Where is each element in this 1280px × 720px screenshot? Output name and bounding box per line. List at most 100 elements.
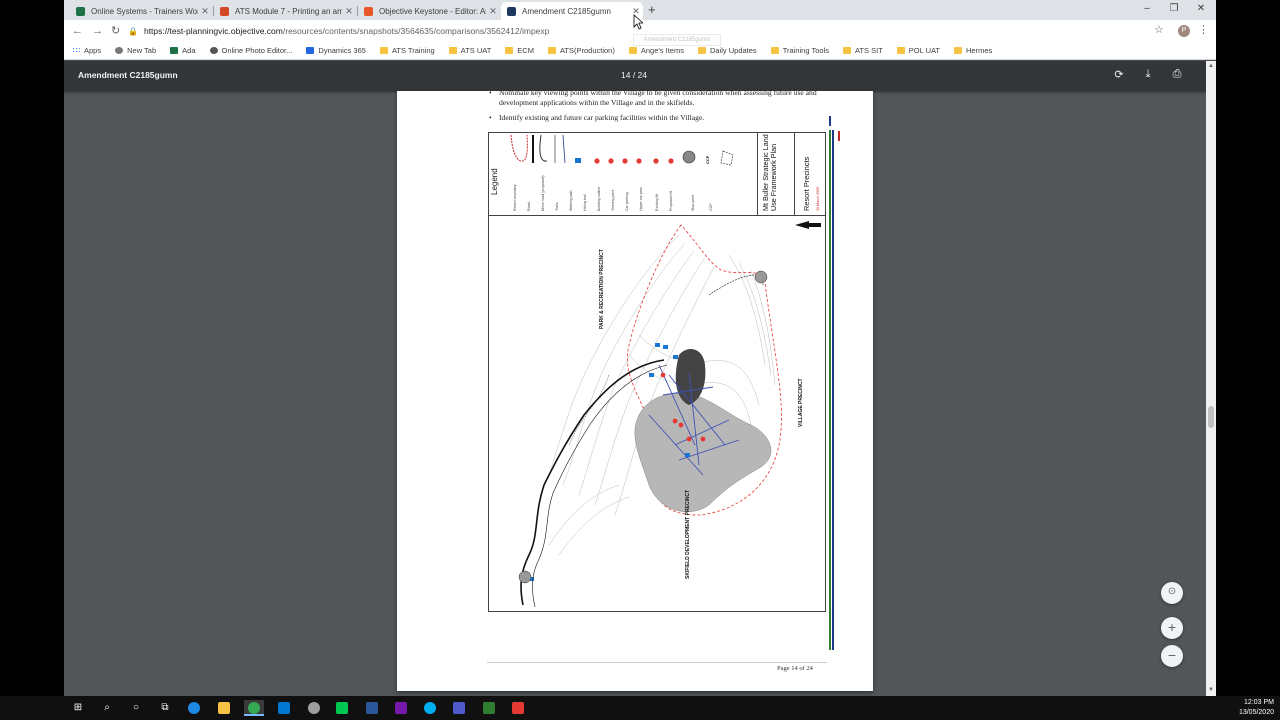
reload-icon[interactable]: ↻ (111, 24, 120, 38)
menu-kebab-icon[interactable]: ⋮ (1198, 23, 1209, 36)
bookmark-apps[interactable]: Apps (72, 46, 101, 55)
rotate-icon[interactable]: ⟳ (1111, 68, 1127, 81)
contour-lines (548, 234, 776, 556)
bookmark-folder[interactable]: Ange's Items (628, 46, 684, 55)
bookmark-ada[interactable]: Ada (170, 46, 196, 55)
profile-avatar[interactable]: P (1178, 25, 1190, 37)
minimize-icon[interactable]: – (1132, 2, 1162, 16)
bookmark-folder[interactable]: POL UAT (896, 46, 940, 55)
map-figure: Legend CCP Resort boundary Road Minor ro… (488, 132, 826, 612)
bookmark-folder[interactable]: Hermes (954, 46, 992, 55)
excel-icon (170, 47, 179, 54)
back-arrow-icon[interactable]: ← (72, 24, 83, 38)
tab-title: Amendment C2185gumn (522, 6, 611, 16)
legend-item: Hiking trail (583, 194, 587, 211)
powerpoint-favicon-icon (220, 6, 229, 16)
tab-title: Online Systems - Trainers Workir (91, 6, 198, 16)
bookmark-folder[interactable]: ATS SIT (842, 46, 883, 55)
tab-online-systems[interactable]: Online Systems - Trainers Workir ✕ (70, 2, 212, 20)
right-black-border (1216, 0, 1280, 720)
village-core (675, 349, 706, 405)
page-scrollbar[interactable]: ▲ ▼ (1206, 61, 1216, 696)
tab-objective-keystone[interactable]: Objective Keystone - Editor: Amu ✕ (358, 2, 500, 20)
globe-icon (115, 47, 124, 54)
skype-icon[interactable] (422, 700, 438, 716)
bookmark-label: Training Tools (782, 46, 829, 55)
bookmark-new-tab[interactable]: New Tab (115, 46, 156, 55)
north-arrow-icon (795, 221, 809, 229)
vpn-app-icon[interactable] (334, 700, 350, 716)
bookmark-folder[interactable]: Training Tools (770, 46, 829, 55)
revision-bar (832, 130, 834, 650)
onenote-icon[interactable] (393, 700, 409, 716)
new-tab-plus-icon[interactable]: + (648, 2, 656, 18)
tab-ats-module-7[interactable]: ATS Module 7 - Printing an amen ✕ (214, 2, 356, 20)
close-icon[interactable]: ✕ (486, 6, 500, 17)
folder-icon (628, 47, 637, 54)
outlook-icon[interactable] (276, 700, 292, 716)
restore-icon[interactable]: ❐ (1159, 2, 1189, 16)
legend-item: Car parking (625, 192, 629, 211)
zoom-out-icon[interactable]: − (1161, 645, 1183, 667)
edge-browser-icon[interactable] (186, 700, 202, 716)
legend-item-list: Resort boundary Road Minor road (propose… (509, 135, 729, 213)
bookmark-dynamics[interactable]: Dynamics 365 (306, 46, 366, 55)
bookmark-star-icon[interactable]: ☆ (1154, 23, 1164, 36)
windows-start-icon[interactable]: ⊞ (70, 700, 86, 716)
recorder-icon[interactable] (510, 700, 526, 716)
folder-icon (505, 47, 514, 54)
bookmark-folder[interactable]: Daily Updates (697, 46, 757, 55)
folder-icon (770, 47, 779, 54)
teams-icon[interactable] (451, 700, 467, 716)
bookmark-folder[interactable]: ATS Training (379, 46, 435, 55)
scroll-up-icon[interactable]: ▲ (1208, 63, 1214, 69)
footer-divider (487, 662, 827, 663)
word-icon[interactable] (364, 700, 380, 716)
windows-taskbar: ⊞ ⌕ ○ ⧉ 12:03 PM 13/05/2020 (0, 696, 1280, 720)
scroll-thumb[interactable] (1208, 406, 1214, 428)
close-icon[interactable]: ✕ (198, 6, 212, 17)
close-icon[interactable]: ✕ (342, 6, 356, 17)
url-path: /resources/contents/snapshots/3564635/co… (282, 26, 550, 36)
bookmark-label: Daily Updates (709, 46, 757, 55)
window-close-icon[interactable]: ✕ (1186, 2, 1216, 16)
download-icon[interactable]: ⤓ (1140, 68, 1156, 81)
revision-bar (829, 116, 831, 126)
bullet-item: Nominate key viewing points within the V… (489, 91, 819, 108)
tab-amendment-active[interactable]: Amendment C2185gumn ✕ (501, 2, 643, 20)
cortana-icon[interactable]: ○ (128, 700, 144, 716)
task-view-icon[interactable]: ⧉ (157, 700, 173, 716)
legend-item: Existing lift (655, 193, 659, 211)
fit-page-icon[interactable]: ⊙ (1161, 582, 1183, 604)
plan-subtitle: Resort Precincts (802, 156, 811, 211)
bookmark-label: ATS(Production) (559, 46, 615, 55)
search-icon[interactable]: ⌕ (99, 700, 115, 716)
label-skifield-precinct: SKIFIELD DEVELOPMENT PRECINCT (685, 489, 691, 579)
bookmark-photo-editor[interactable]: Online Photo Editor... (209, 46, 292, 55)
legend-item: Proposed lift (669, 191, 673, 211)
photos-app-icon[interactable] (306, 700, 322, 716)
scroll-down-icon[interactable]: ▼ (1208, 687, 1214, 693)
zoom-in-icon[interactable]: + (1161, 617, 1183, 639)
north-arrow-bar (807, 223, 821, 227)
bookmark-label: ATS SIT (854, 46, 883, 55)
legend-item: Upper car park (639, 187, 643, 211)
forward-arrow-icon[interactable]: → (92, 24, 103, 38)
chrome-icon[interactable] (244, 700, 264, 716)
legend-item: Minor road (proposed) (541, 175, 545, 211)
bookmark-label: Ange's Items (640, 46, 684, 55)
bookmark-folder[interactable]: ATS(Production) (547, 46, 615, 55)
legend-item: Viewing point (611, 189, 615, 211)
bookmark-folder[interactable]: ATS UAT (448, 46, 491, 55)
pdf-page-indicator[interactable]: 14 / 24 (616, 70, 652, 80)
legend-item: Resort boundary (513, 184, 517, 211)
camtasia-icon[interactable] (481, 700, 497, 716)
url-host: https://test-planningvic.objective.com (143, 26, 283, 36)
bookmark-folder[interactable]: ECM (505, 46, 534, 55)
minor-road (532, 364, 668, 608)
print-icon[interactable]: ⎙ (1169, 68, 1185, 81)
revision-bar (829, 130, 831, 650)
system-clock[interactable]: 12:03 PM 13/05/2020 (1204, 698, 1274, 718)
legend-item: Road (527, 202, 531, 211)
file-explorer-icon[interactable] (216, 700, 232, 716)
